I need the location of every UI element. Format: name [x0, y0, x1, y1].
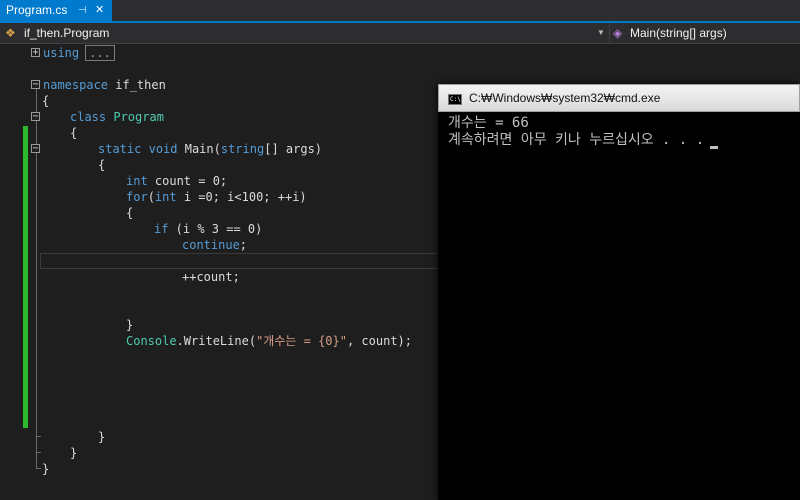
code-line: int count = 0; — [126, 173, 227, 189]
code-line: class Program — [70, 109, 164, 125]
code-line: } — [42, 461, 49, 477]
statement: ; — [239, 238, 248, 252]
code-line: { — [42, 93, 49, 109]
brace: } — [126, 318, 134, 332]
keyword: for — [126, 190, 148, 204]
statement: count = 0; — [147, 174, 228, 188]
current-line-highlight — [40, 253, 440, 269]
navigation-bar: ❖ if_then.Program ▼ ◈ Main(string[] args… — [0, 23, 800, 44]
namespace-name: if_then — [108, 78, 166, 92]
statement: ++count; — [182, 270, 240, 284]
code-line: { — [70, 125, 77, 141]
code-line: { — [126, 205, 133, 221]
expand-icon[interactable]: + — [31, 48, 40, 58]
console-output-line: 개수는 = 66 — [448, 115, 529, 132]
code-line: { — [98, 157, 105, 173]
cmd-icon: C:\ — [448, 94, 462, 105]
keyword: using — [43, 46, 80, 60]
keyword: int — [126, 174, 148, 188]
console-title: C:₩Windows₩system32₩cmd.exe — [469, 91, 661, 105]
keyword: continue — [182, 238, 240, 252]
console-output[interactable]: 개수는 = 66 계속하려면 아무 키나 누르십시오 . . . — [438, 112, 800, 500]
code-line: using... — [43, 45, 115, 61]
class-dropdown[interactable]: ❖ if_then.Program ▼ — [0, 23, 608, 43]
code-line: } — [70, 445, 77, 461]
tab-program-cs[interactable]: Program.cs ⊣ ✕ — [0, 0, 112, 21]
collapsed-region[interactable]: ... — [85, 45, 115, 61]
collapse-icon[interactable]: − — [31, 80, 40, 90]
brace: { — [42, 94, 50, 108]
code-line: } — [98, 429, 105, 445]
keyword: void — [148, 142, 178, 156]
string-literal: "개수는 = {0}" — [256, 334, 347, 348]
class-name: Program — [113, 110, 164, 124]
keyword: string — [220, 142, 265, 156]
outline-guide — [36, 153, 37, 436]
statement: ( — [147, 190, 155, 204]
text-cursor — [710, 146, 719, 149]
brace: } — [70, 446, 78, 460]
code-line: Console.WriteLine("개수는 = {0}", count); — [126, 333, 412, 349]
keyword: if — [154, 222, 169, 236]
statement: .WriteLine( — [176, 334, 257, 348]
code-line: static void Main(string[] args) — [98, 141, 322, 157]
brace: { — [70, 126, 78, 140]
console-titlebar[interactable]: C:\ C:₩Windows₩system32₩cmd.exe — [438, 84, 800, 112]
statement: i =0; i<100; ++i) — [176, 190, 307, 204]
brace: { — [126, 206, 134, 220]
brace: } — [42, 462, 50, 476]
statement: , count); — [346, 334, 413, 348]
code-line: for(int i =0; i<100; ++i) — [126, 189, 307, 205]
method-signature: [] args) — [264, 142, 323, 156]
class-icon: ❖ — [5, 26, 16, 40]
close-icon[interactable]: ✕ — [95, 0, 104, 21]
console-window[interactable]: C:\ C:₩Windows₩system32₩cmd.exe 개수는 = 66… — [438, 84, 800, 500]
output-text: 개수는 = 66 — [448, 115, 529, 131]
member-dropdown[interactable]: ◈ Main(string[] args) — [609, 23, 800, 43]
outline-end-marker — [36, 468, 41, 469]
class-name: Console — [126, 334, 177, 348]
code-line: ++count; — [182, 269, 240, 285]
statement: (i % 3 == 0) — [168, 222, 263, 236]
change-tracking-bar — [23, 126, 28, 428]
tab-label: Program.cs — [6, 3, 68, 17]
keyword: namespace — [43, 78, 109, 92]
keyword: int — [154, 190, 177, 204]
code-line: } — [126, 317, 133, 333]
method-signature: Main( — [177, 142, 221, 156]
brace: { — [98, 158, 106, 172]
keyword: class — [70, 110, 107, 124]
chevron-down-icon[interactable]: ▼ — [597, 23, 605, 43]
keyword: static — [98, 142, 142, 156]
class-dropdown-label: if_then.Program — [24, 26, 110, 40]
outline-end-marker — [36, 436, 41, 437]
output-text: 계속하려면 아무 키나 누르십시오 . . . — [448, 132, 705, 148]
code-line: namespace if_then — [43, 77, 166, 93]
member-dropdown-label: Main(string[] args) — [630, 26, 727, 40]
brace: } — [98, 430, 106, 444]
outline-end-marker — [36, 452, 41, 453]
code-line: if (i % 3 == 0) — [154, 221, 262, 237]
console-output-line: 계속하려면 아무 키나 누르십시오 . . . — [448, 132, 719, 149]
collapse-icon[interactable]: − — [31, 144, 40, 154]
code-line: continue; — [182, 237, 247, 253]
collapse-icon[interactable]: − — [31, 112, 40, 122]
pin-icon[interactable]: ⊣ — [78, 0, 87, 21]
document-tab-strip: Program.cs ⊣ ✕ — [0, 0, 800, 23]
method-icon: ◈ — [613, 26, 623, 40]
